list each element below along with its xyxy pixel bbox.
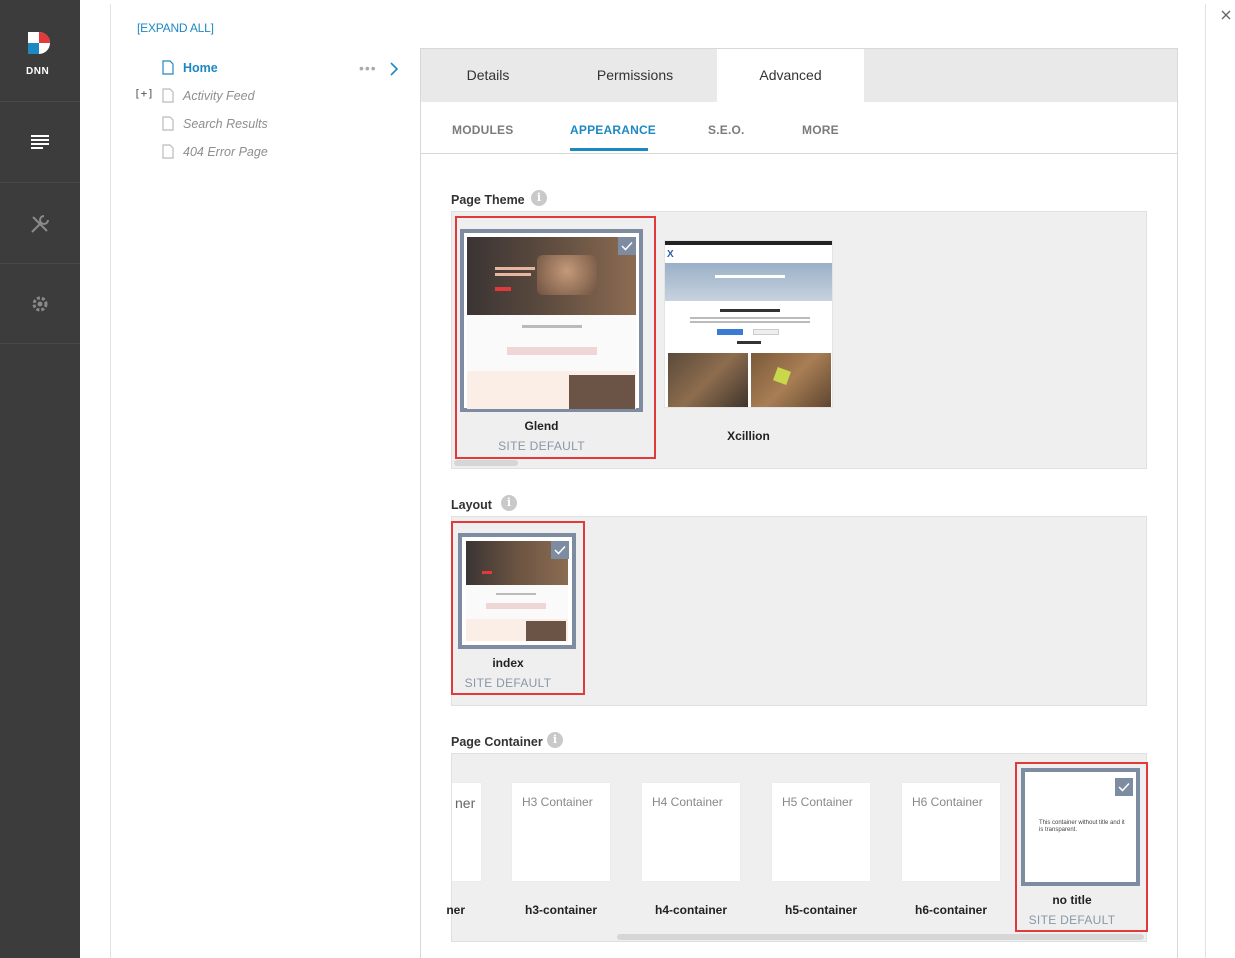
more-options-icon[interactable]: ••• xyxy=(359,60,377,76)
container-card-h6[interactable]: H6 Container xyxy=(901,782,1001,882)
tree-item-label: Activity Feed xyxy=(183,89,255,103)
page-icon xyxy=(162,60,174,75)
tree-item-label: Home xyxy=(183,61,218,75)
subtab-modules[interactable]: MODULES xyxy=(452,123,513,137)
theme-scrollbar[interactable] xyxy=(454,460,518,466)
container-card-h3[interactable]: H3 Container xyxy=(511,782,611,882)
container-card-no-title[interactable]: This container without title and it is t… xyxy=(1021,768,1140,886)
subtab-seo[interactable]: S.E.O. xyxy=(708,123,745,137)
layout-name: index xyxy=(492,656,524,670)
info-icon[interactable]: i xyxy=(547,732,563,748)
subtab-more[interactable]: MORE xyxy=(802,123,839,137)
persona-bar: DNN xyxy=(0,0,80,958)
container-card-h5[interactable]: H5 Container xyxy=(771,782,871,882)
selected-checkmark-icon xyxy=(551,541,569,559)
expand-all-link[interactable]: [EXPAND ALL] xyxy=(137,21,214,35)
selected-checkmark-icon xyxy=(618,237,636,255)
page-theme-label: Page Theme xyxy=(451,193,525,207)
dnn-logo[interactable]: DNN xyxy=(0,0,80,102)
container-name: h5-container xyxy=(784,903,857,917)
selected-checkmark-icon xyxy=(1115,778,1133,796)
tab-permissions[interactable]: Permissions xyxy=(564,49,706,102)
glend-thumbnail xyxy=(467,237,636,409)
tab-advanced[interactable]: Advanced xyxy=(717,49,864,102)
site-default-badge: SITE DEFAULT xyxy=(1028,913,1116,927)
container-thumb-label: H5 Container xyxy=(782,795,853,809)
subtab-bar: MODULES APPEARANCE S.E.O. MORE xyxy=(421,102,1177,154)
wrench-icon xyxy=(31,215,49,233)
container-name: h3-container xyxy=(524,903,597,917)
gear-icon xyxy=(32,296,48,312)
theme-name: Glend xyxy=(524,419,559,433)
container-thumb-label: This container without title and it is t… xyxy=(1039,820,1125,833)
page-icon xyxy=(162,144,174,159)
tree-item-label: Search Results xyxy=(183,117,268,131)
tab-bar: Details Permissions Advanced xyxy=(421,49,1177,102)
sidebar-item-settings[interactable] xyxy=(0,264,80,344)
content-icon xyxy=(31,135,49,149)
theme-card-glend[interactable] xyxy=(460,229,643,412)
page-container-label: Page Container xyxy=(451,735,543,749)
info-icon[interactable]: i xyxy=(501,495,517,511)
container-thumb-label: H3 Container xyxy=(522,795,593,809)
sidebar-item-content[interactable] xyxy=(0,103,80,183)
site-default-badge: SITE DEFAULT xyxy=(498,439,585,453)
xcillion-logo-icon: X xyxy=(667,249,674,260)
close-icon[interactable] xyxy=(1219,8,1233,22)
container-name: h6-container xyxy=(914,903,987,917)
subtab-appearance[interactable]: APPEARANCE xyxy=(570,123,656,137)
layout-card-index[interactable] xyxy=(458,533,576,649)
sidebar-item-tools[interactable] xyxy=(0,184,80,264)
theme-name: Xcillion xyxy=(727,429,770,443)
container-thumb-label: ner xyxy=(455,795,476,811)
theme-card-xcillion[interactable]: X xyxy=(664,240,833,408)
info-icon[interactable]: i xyxy=(531,190,547,206)
container-card[interactable]: ner xyxy=(452,782,482,882)
page-icon xyxy=(162,116,174,131)
container-scrollbar[interactable] xyxy=(617,934,1144,940)
layout-label: Layout xyxy=(451,498,492,512)
page-root: DNN [EXPAND ALL] [+] Home ••• Activity F… xyxy=(0,0,1235,958)
logo-text: DNN xyxy=(26,66,50,77)
page-icon xyxy=(162,88,174,103)
chevron-right-icon[interactable] xyxy=(389,61,399,77)
site-default-badge: SITE DEFAULT xyxy=(464,676,552,690)
active-subtab-indicator xyxy=(570,148,648,151)
expand-toggle[interactable]: [+] xyxy=(134,87,154,100)
tab-details[interactable]: Details xyxy=(421,49,555,102)
container-name: h4-container xyxy=(654,903,727,917)
dnn-logo-icon xyxy=(28,32,50,54)
container-card-h4[interactable]: H4 Container xyxy=(641,782,741,882)
container-thumb-label: H4 Container xyxy=(652,795,723,809)
tree-item-label: 404 Error Page xyxy=(183,145,268,159)
container-name: no title xyxy=(1052,893,1092,907)
container-name: ner xyxy=(446,903,465,917)
container-thumb-label: H6 Container xyxy=(912,795,983,809)
